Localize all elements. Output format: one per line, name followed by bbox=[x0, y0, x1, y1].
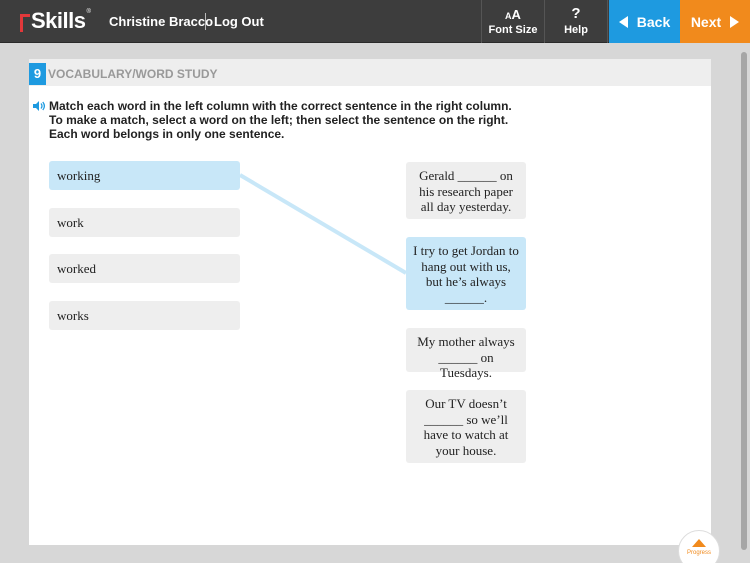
font-size-icon: AA bbox=[505, 7, 521, 22]
logo-r-mark bbox=[20, 14, 30, 32]
font-size-button[interactable]: AA Font Size bbox=[481, 0, 545, 43]
section-header: 9 VOCABULARY/WORD STUDY bbox=[29, 59, 711, 86]
progress-label: Progress bbox=[686, 550, 711, 556]
rskills-logo: Skills ® bbox=[20, 8, 91, 33]
sentence-option-4[interactable]: Our TV doesn’t ______ so we’ll have to w… bbox=[406, 390, 526, 463]
top-bar: Skills ® Christine Bracco Log Out AA Fon… bbox=[0, 0, 750, 43]
question-panel: 9 VOCABULARY/WORD STUDY Match each word … bbox=[29, 59, 711, 545]
logout-link[interactable]: Log Out bbox=[214, 14, 264, 29]
speaker-icon[interactable] bbox=[32, 100, 46, 112]
next-button[interactable]: Next bbox=[680, 0, 750, 43]
next-label: Next bbox=[690, 13, 722, 30]
help-label: Help bbox=[564, 24, 588, 36]
section-number: 9 bbox=[29, 63, 46, 85]
progress-up-icon bbox=[692, 539, 706, 547]
section-title: VOCABULARY/WORD STUDY bbox=[48, 67, 218, 81]
logo-registered-mark: ® bbox=[86, 9, 91, 15]
sentence-option-3[interactable]: My mother always ______ on Tuesdays. bbox=[406, 328, 526, 380]
word-option-working[interactable]: working bbox=[49, 161, 240, 190]
back-label: Back bbox=[636, 13, 671, 30]
progress-button[interactable]: Progress bbox=[678, 530, 720, 563]
scrollbar[interactable] bbox=[738, 44, 750, 563]
back-arrow-icon bbox=[618, 15, 628, 28]
next-arrow-icon bbox=[730, 15, 740, 28]
help-button[interactable]: ? Help bbox=[545, 0, 608, 43]
word-option-work[interactable]: work bbox=[49, 208, 240, 237]
user-name: Christine Bracco bbox=[109, 14, 214, 29]
instructions-text: Match each word in the left column with … bbox=[49, 99, 512, 141]
word-option-works[interactable]: works bbox=[49, 301, 240, 330]
sentence-option-2[interactable]: I try to get Jordan to hang out with us,… bbox=[406, 237, 526, 310]
font-size-label: Font Size bbox=[488, 24, 538, 36]
help-icon: ? bbox=[571, 5, 581, 22]
scrollbar-thumb[interactable] bbox=[741, 52, 747, 550]
header-divider bbox=[205, 13, 206, 30]
sentence-option-1[interactable]: Gerald ______ on his research paper all … bbox=[406, 162, 526, 219]
logo-text: Skills bbox=[31, 8, 86, 33]
word-option-worked[interactable]: worked bbox=[49, 254, 240, 283]
back-button[interactable]: Back bbox=[609, 0, 680, 43]
